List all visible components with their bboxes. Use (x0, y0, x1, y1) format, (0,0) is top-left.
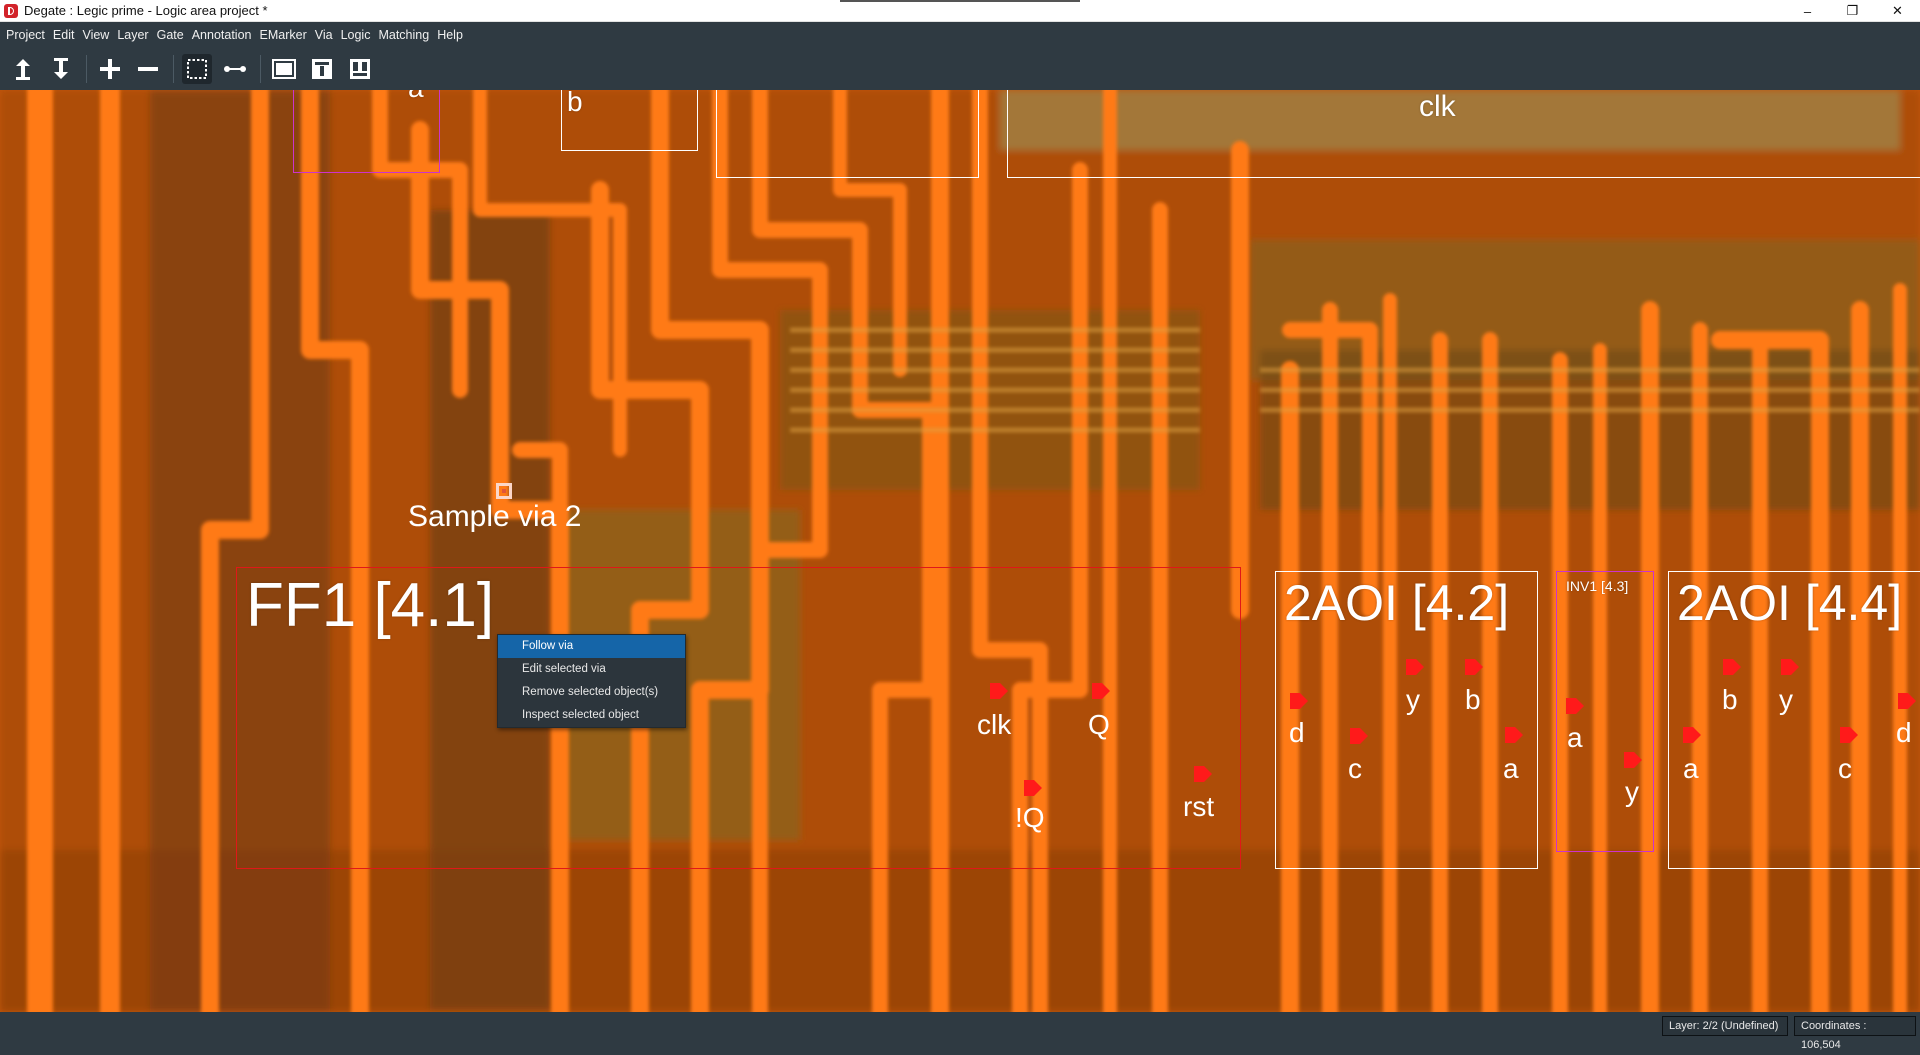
menu-remove-selected-objects[interactable]: Remove selected object(s) (498, 681, 685, 704)
gate-template-button[interactable] (307, 54, 337, 84)
via-label: Sample via 2 (408, 500, 582, 533)
aoi-42-port-a-flag[interactable] (1505, 727, 1523, 743)
menu-help[interactable]: Help (437, 28, 463, 42)
menu-annotation[interactable]: Annotation (192, 28, 252, 42)
aoi-44-port-y-label: y (1779, 684, 1793, 715)
background-layer-icon (272, 59, 296, 79)
zoom-out-button[interactable] (133, 54, 163, 84)
aoi-44-port-a-flag[interactable] (1683, 727, 1701, 743)
toolbar (0, 48, 1920, 90)
menu-view[interactable]: View (82, 28, 109, 42)
aoi-44-gate-title: 2AOI [4.4] (1677, 575, 1903, 631)
layer-down-icon (54, 58, 68, 79)
layer-status: Layer: 2/2 (Undefined) (1662, 1016, 1788, 1036)
aoi-44-port-d-label: d (1896, 717, 1912, 748)
aoi-42-port-a-label: a (1503, 753, 1519, 784)
zoom-out-icon (138, 67, 158, 71)
ff1-port-notq-flag[interactable] (1024, 780, 1042, 796)
inv-43-port-a-label: a (1567, 722, 1583, 753)
menu-edit-selected-via[interactable]: Edit selected via (498, 658, 685, 681)
menu-emarker[interactable]: EMarker (260, 28, 307, 42)
menu-matching[interactable]: Matching (378, 28, 429, 42)
aoi-42-port-y-label: y (1406, 684, 1420, 715)
ff1-port-q-flag[interactable] (1092, 683, 1110, 699)
aoi-44-port-y-flag[interactable] (1781, 659, 1799, 675)
status-bar: Layer: 2/2 (Undefined) Coordinates : 106… (0, 1012, 1920, 1051)
aoi-44-port-b-flag[interactable] (1723, 659, 1741, 675)
aoi-42-port-c-flag[interactable] (1350, 728, 1368, 744)
menu-inspect-selected-object[interactable]: Inspect selected object (498, 704, 685, 727)
zoom-in-icon (100, 59, 120, 79)
top-cell-clk-label: clk (1419, 90, 1456, 123)
menu-follow-via[interactable]: Follow via (498, 635, 685, 658)
window-title: Degate : Legic prime - Logic area projec… (24, 3, 268, 18)
wire-tool-icon (224, 66, 246, 72)
toolbar-separator (260, 55, 261, 83)
top-cell-b-label: b (567, 90, 583, 117)
ff1-port-q-label: Q (1088, 709, 1110, 740)
wire-tool-button[interactable] (220, 54, 250, 84)
top-cell-a-label: a (408, 90, 424, 104)
inv-43-port-y-flag[interactable] (1624, 752, 1642, 768)
aoi-42-port-d-label: d (1289, 717, 1305, 748)
aoi-42-port-y-flag[interactable] (1406, 659, 1424, 675)
aoi-44-port-c-flag[interactable] (1840, 727, 1858, 743)
aoi-44-port-a-label: a (1683, 753, 1699, 784)
via-marker[interactable] (496, 483, 512, 499)
menu-project[interactable]: Project (6, 28, 45, 42)
degate-logo-icon (4, 3, 18, 18)
window-controls: – ❐ ✕ (1785, 0, 1920, 22)
gate-template-icon (312, 59, 332, 79)
menu-layer[interactable]: Layer (117, 28, 148, 42)
menu-bar: Project Edit View Layer Gate Annotation … (0, 22, 1920, 48)
title-bar: Degate : Legic prime - Logic area projec… (0, 0, 1920, 22)
menu-edit[interactable]: Edit (53, 28, 75, 42)
menu-logic[interactable]: Logic (341, 28, 371, 42)
ff1-port-rst-flag[interactable] (1194, 766, 1212, 782)
layout-canvas[interactable]: a b clk FF1 [4.1] D clk Q !Q rst 2AOI [4… (0, 90, 1920, 1012)
aoi-44-port-d-flag[interactable] (1898, 693, 1916, 709)
inv-43-port-y-label: y (1625, 776, 1639, 807)
aoi-42-gate-title: 2AOI [4.2] (1284, 575, 1510, 631)
aoi-44-port-c-label: c (1838, 753, 1852, 784)
aoi-44-port-b-label: b (1722, 684, 1738, 715)
ff1-gate-title: FF1 [4.1] (246, 571, 495, 640)
title-drag-indicator (840, 0, 1080, 2)
gate-library-button[interactable] (345, 54, 375, 84)
ff1-port-clk-flag[interactable] (990, 683, 1008, 699)
aoi-42-port-b-label: b (1465, 684, 1481, 715)
ff1-port-rst-label: rst (1183, 791, 1215, 822)
top-cell-clk-box[interactable] (1007, 90, 1920, 178)
aoi-42-port-c-label: c (1348, 753, 1362, 784)
via-context-menu: Follow via Edit selected via Remove sele… (497, 634, 686, 728)
area-select-icon (187, 59, 207, 79)
toolbar-separator (173, 55, 174, 83)
inv-43-port-a-flag[interactable] (1566, 698, 1584, 714)
layer-down-button[interactable] (46, 54, 76, 84)
maximize-button[interactable]: ❐ (1830, 0, 1875, 22)
background-layer-button[interactable] (269, 54, 299, 84)
minimize-button[interactable]: – (1785, 0, 1830, 22)
zoom-in-button[interactable] (95, 54, 125, 84)
ff1-port-notq-label: !Q (1015, 802, 1045, 833)
area-select-button[interactable] (182, 54, 212, 84)
gate-library-icon (350, 59, 370, 79)
aoi-42-port-d-flag[interactable] (1290, 693, 1308, 709)
close-button[interactable]: ✕ (1875, 0, 1920, 22)
layer-up-icon (16, 59, 30, 80)
ff1-port-clk-label: clk (977, 709, 1012, 740)
menu-via[interactable]: Via (315, 28, 333, 42)
coordinates-status: Coordinates : 106,504 (1794, 1016, 1916, 1051)
inv-43-gate-title: INV1 [4.3] (1566, 578, 1629, 594)
aoi-42-port-b-flag[interactable] (1465, 659, 1483, 675)
menu-gate[interactable]: Gate (157, 28, 184, 42)
toolbar-separator (86, 55, 87, 83)
die-image (0, 90, 1920, 1012)
layer-up-button[interactable] (8, 54, 38, 84)
top-cell-mid-box[interactable] (716, 90, 979, 178)
